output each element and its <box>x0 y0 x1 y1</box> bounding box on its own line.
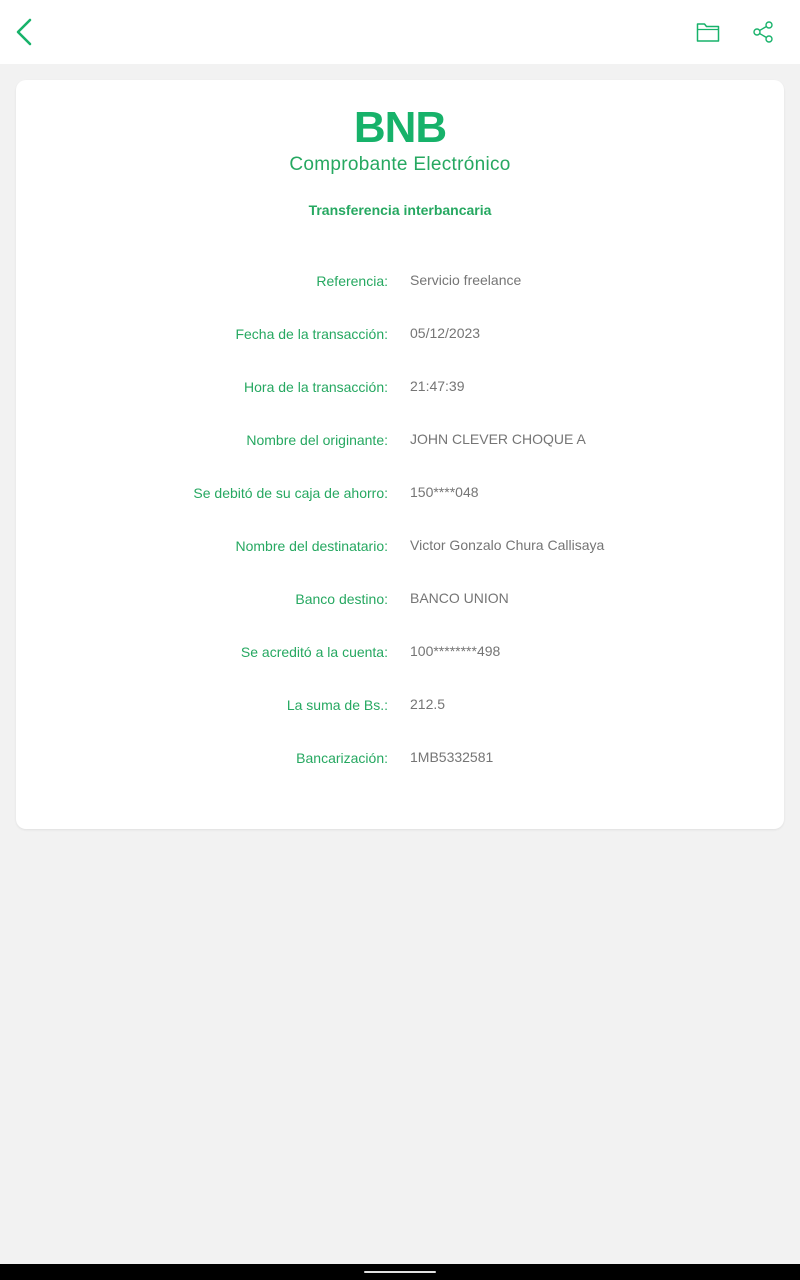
save-folder-button[interactable] <box>688 12 728 52</box>
detail-value: Victor Gonzalo Chura Callisaya <box>410 537 605 553</box>
detail-value: 100********498 <box>410 643 501 659</box>
home-indicator[interactable] <box>364 1271 436 1273</box>
detail-value: 150****048 <box>410 484 479 500</box>
detail-label: Bancarización: <box>296 750 388 766</box>
detail-row-bancarizacion: Bancarización: 1MB5332581 <box>16 749 784 803</box>
detail-label: Referencia: <box>316 273 388 289</box>
detail-label: Se debitó de su caja de ahorro: <box>193 485 388 501</box>
detail-row-destination-bank: Banco destino: BANCO UNION <box>16 590 784 644</box>
receipt-title: Comprobante Electrónico <box>289 154 511 175</box>
share-icon <box>753 21 773 43</box>
detail-value: 212.5 <box>410 696 446 712</box>
detail-label: Nombre del destinatario: <box>235 538 388 554</box>
detail-value: 21:47:39 <box>410 378 465 394</box>
detail-label: Banco destino: <box>295 591 388 607</box>
detail-value: Servicio freelance <box>410 272 522 288</box>
detail-row-date: Fecha de la transacción: 05/12/2023 <box>16 325 784 379</box>
detail-row-time: Hora de la transacción: 21:47:39 <box>16 378 784 432</box>
detail-value: 05/12/2023 <box>410 325 481 341</box>
detail-label: Se acreditó a la cuenta: <box>240 644 388 660</box>
detail-label: Fecha de la transacción: <box>235 326 388 342</box>
receipt-details: Referencia: Servicio freelance Fecha de … <box>16 272 784 803</box>
detail-row-recipient: Nombre del destinatario: Victor Gonzalo … <box>16 537 784 591</box>
chevron-left-icon <box>16 18 32 46</box>
transaction-type: Transferencia interbancaria <box>308 202 492 218</box>
detail-label: Nombre del originante: <box>246 432 388 448</box>
folder-icon <box>696 23 720 42</box>
detail-row-credit-account: Se acreditó a la cuenta: 100********498 <box>16 643 784 697</box>
detail-row-amount: La suma de Bs.: 212.5 <box>16 696 784 750</box>
detail-value: 1MB5332581 <box>410 749 494 765</box>
detail-value: BANCO UNION <box>410 590 509 606</box>
back-button[interactable] <box>4 10 44 54</box>
detail-value: JOHN CLEVER CHOQUE A <box>410 431 586 447</box>
receipt-card: BNB Comprobante Electrónico Transferenci… <box>16 80 784 829</box>
share-button[interactable] <box>743 12 783 52</box>
detail-row-originator: Nombre del originante: JOHN CLEVER CHOQU… <box>16 431 784 485</box>
detail-label: Hora de la transacción: <box>244 379 388 395</box>
top-app-bar <box>0 0 800 64</box>
detail-row-reference: Referencia: Servicio freelance <box>16 272 784 326</box>
detail-row-debit-account: Se debitó de su caja de ahorro: 150****0… <box>16 484 784 538</box>
detail-label: La suma de Bs.: <box>286 697 388 713</box>
system-navigation-bar <box>0 1264 800 1280</box>
bank-logo: BNB <box>353 103 447 152</box>
